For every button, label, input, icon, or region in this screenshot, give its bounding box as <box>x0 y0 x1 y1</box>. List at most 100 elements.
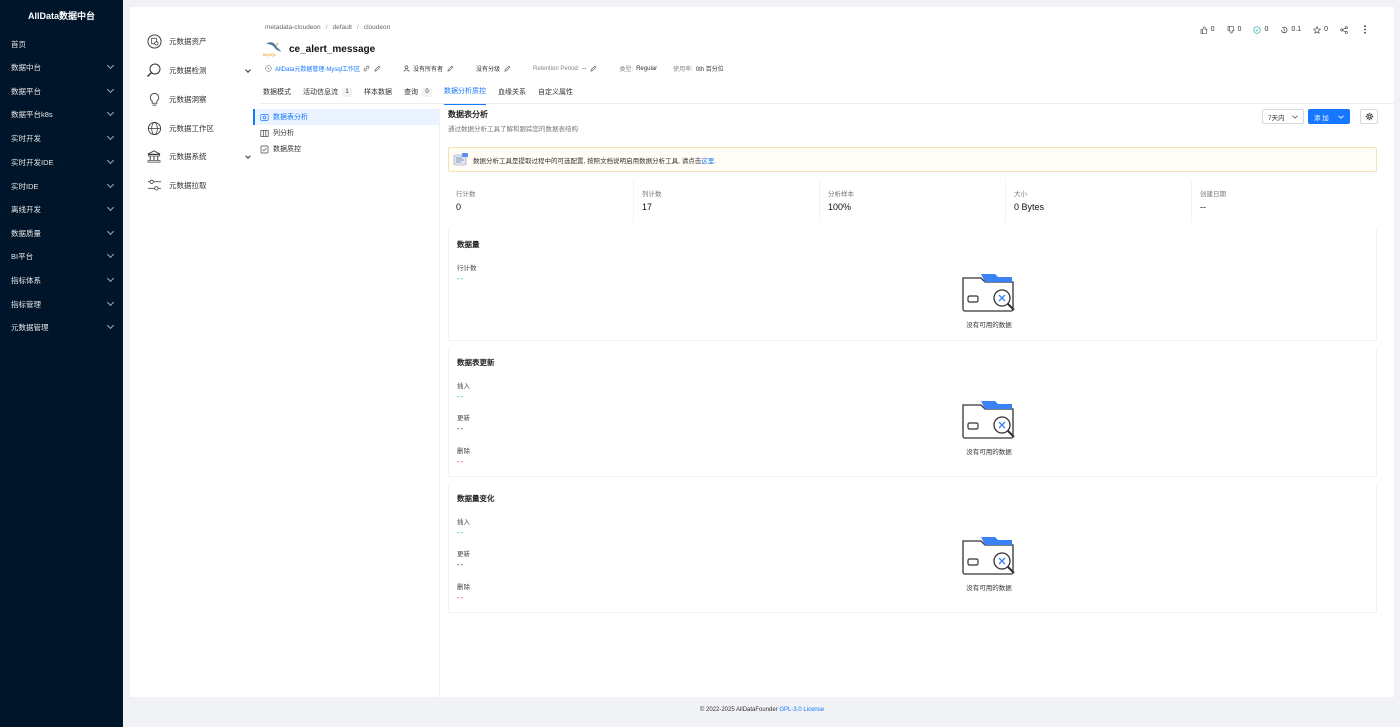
subnav-item-label: 元数据资产 <box>169 36 207 46</box>
stat-profile-sample: 分析样本 100% <box>820 180 1006 222</box>
sidebar-item-bi-platform[interactable]: BI平台 <box>0 248 123 264</box>
data-volume-card: 数据量 行计数 -- 没有可用的数据 <box>448 229 1377 341</box>
profiler-nav: 数据表分析 列分析 数据质控 <box>253 109 439 157</box>
sidebar-item-metric-system[interactable]: 指标体系 <box>0 272 123 288</box>
tab-label: 数据分析质控 <box>444 88 486 95</box>
alert-button[interactable]: 0 <box>1253 25 1268 34</box>
thumbs-up-icon <box>1200 26 1207 34</box>
stat-row-count: 行计数 0 <box>448 180 634 222</box>
edit-pencil-icon[interactable] <box>590 65 597 72</box>
version-button[interactable]: 0.1 <box>1280 26 1301 34</box>
page-footer: © 2022-2025 AllDataFounder GPL-3.0 Licen… <box>130 707 1394 713</box>
sidebar-item-label: 指标管理 <box>11 299 41 309</box>
subnav-item-metadata-system[interactable]: 元数据系统 <box>146 148 251 164</box>
more-menu-button[interactable] <box>1363 25 1370 34</box>
info-alert: 数据分析工具是提取过程中的可选配置, 按照文档说明启用数据分析工具, 请点击 这… <box>448 147 1377 172</box>
stat-value: 100% <box>828 202 852 212</box>
breadcrumb: metadata-cloudeon / default / cloudeon <box>265 24 391 31</box>
metric-label: 删除 <box>457 584 470 591</box>
no-data-folder-icon <box>962 274 1015 312</box>
star-count: 0 <box>1324 26 1328 33</box>
sidebar-item-label: 实时开发IDE <box>11 157 54 167</box>
tab-divider <box>260 103 1394 104</box>
data-quality-icon <box>260 145 269 154</box>
alert-link[interactable]: 这里. <box>701 155 716 165</box>
thumbs-down-icon <box>1227 25 1234 33</box>
dislike-button[interactable]: 0 <box>1227 25 1241 34</box>
profiler-nav-label: 数据表分析 <box>273 114 308 121</box>
type-value: Regular <box>636 65 658 72</box>
breadcrumb-item[interactable]: default <box>332 24 352 31</box>
domain-icon <box>265 65 272 72</box>
subnav-item-metadata-detection[interactable]: 元数据检测 <box>146 62 251 78</box>
stat-label: 创建日期 <box>1200 191 1226 198</box>
subnav-item-metadata-insight[interactable]: 元数据洞察 <box>146 91 250 107</box>
sidebar-item-realtime-dev[interactable]: 实时开发 <box>0 130 123 146</box>
alert-circle-icon <box>1253 25 1262 34</box>
link-icon[interactable] <box>363 65 370 72</box>
share-icon <box>1340 25 1348 34</box>
stat-value: 17 <box>642 202 653 212</box>
domain-link[interactable]: AllData元数据管理-Mysql工作区 <box>275 64 360 73</box>
metric-insert: 插入 -- <box>457 516 470 537</box>
like-button[interactable]: 0 <box>1200 26 1215 34</box>
metric-value: -- <box>457 274 465 283</box>
profiler-nav-column-profile[interactable]: 列分析 <box>253 125 439 141</box>
subnav-item-metadata-workspace[interactable]: 元数据工作区 <box>146 120 250 136</box>
stat-created-date: 创建日期 -- <box>1192 180 1377 222</box>
no-data-folder-icon <box>962 401 1015 439</box>
profiler-nav-table-profile[interactable]: 数据表分析 <box>253 109 439 125</box>
card-title: 数据表更新 <box>457 358 495 367</box>
metric-value: -- <box>457 457 465 466</box>
sidebar-item-label: 首页 <box>11 39 26 49</box>
edit-pencil-icon[interactable] <box>374 65 381 72</box>
sidebar-item-data-platform-k8s[interactable]: 数据平台k8s <box>0 106 123 122</box>
subnav-item-metadata-assets[interactable]: 元数据资产 <box>146 33 250 49</box>
stat-value: -- <box>1200 202 1206 212</box>
usage-label: 使用率: <box>673 67 693 73</box>
sidebar-item-realtime-dev-ide[interactable]: 实时开发IDE <box>0 154 123 170</box>
alert-text: 数据分析工具是提取过程中的可选配置, 按照文档说明启用数据分析工具, 请点击 <box>473 157 702 165</box>
metric-label: 插入 <box>457 519 470 526</box>
sidebar-item-data-platform[interactable]: 数据平台 <box>0 83 123 99</box>
profiler-nav-data-quality[interactable]: 数据质控 <box>253 141 439 157</box>
sidebar-item-home[interactable]: 首页 <box>0 36 123 52</box>
sidebar-item-realtime-ide[interactable]: 实时IDE <box>0 178 123 194</box>
empty-state: 没有可用的数据 <box>954 272 1024 329</box>
user-icon <box>403 65 410 72</box>
retention-label: Retention Period: <box>533 65 580 72</box>
section-subtitle: 通过数据分析工具了解和跟踪您的数据表结构 <box>448 126 578 133</box>
empty-text: 没有可用的数据 <box>966 449 1012 456</box>
chevron-down-icon <box>245 67 251 73</box>
sidebar-item-label: 实时IDE <box>11 181 39 191</box>
sidebar-item-data-quality[interactable]: 数据质量 <box>0 225 123 241</box>
chevron-down-icon <box>106 227 115 236</box>
breadcrumb-item[interactable]: metadata-cloudeon <box>265 24 321 31</box>
metric-row-count: 行计数 -- <box>457 262 477 283</box>
subnav-item-metadata-ingestion[interactable]: 元数据拉取 <box>146 177 250 193</box>
owner-item: 没有所有者 <box>403 64 454 73</box>
mysql-logo-icon: MySQL <box>263 38 285 58</box>
edit-pencil-icon[interactable] <box>447 65 454 72</box>
date-range-value: 7天内 <box>1268 114 1285 122</box>
add-button-label: 添 加 <box>1314 114 1329 122</box>
date-range-select[interactable]: 7天内 <box>1262 109 1304 124</box>
license-link[interactable]: GPL-3.0 License <box>779 707 824 713</box>
sidebar-item-metadata-management[interactable]: 元数据管理 <box>0 319 123 335</box>
add-button[interactable]: 添 加 <box>1308 109 1350 124</box>
breadcrumb-item[interactable]: cloudeon <box>364 24 390 31</box>
sidebar-item-label: 数据平台 <box>11 86 41 96</box>
metric-insert: 插入 -- <box>457 380 470 401</box>
sidebar-item-data-center[interactable]: 数据中台 <box>0 59 123 75</box>
bank-icon <box>146 148 162 164</box>
edit-pencil-icon[interactable] <box>504 65 511 72</box>
metric-delete: 删除 -- <box>457 445 470 466</box>
settings-button[interactable] <box>1360 109 1378 124</box>
tier-value: 没有分级 <box>476 67 501 73</box>
star-button[interactable]: 0 <box>1313 25 1328 34</box>
sidebar-item-offline-dev[interactable]: 离线开发 <box>0 201 123 217</box>
profiler-content: 数据表分析 通过数据分析工具了解和跟踪您的数据表结构 7天内 添 加 数据分析工… <box>448 109 1378 613</box>
retention-item: Retention Period: -- <box>533 65 597 72</box>
share-button[interactable] <box>1340 25 1351 34</box>
sidebar-item-metric-management[interactable]: 指标管理 <box>0 296 123 312</box>
